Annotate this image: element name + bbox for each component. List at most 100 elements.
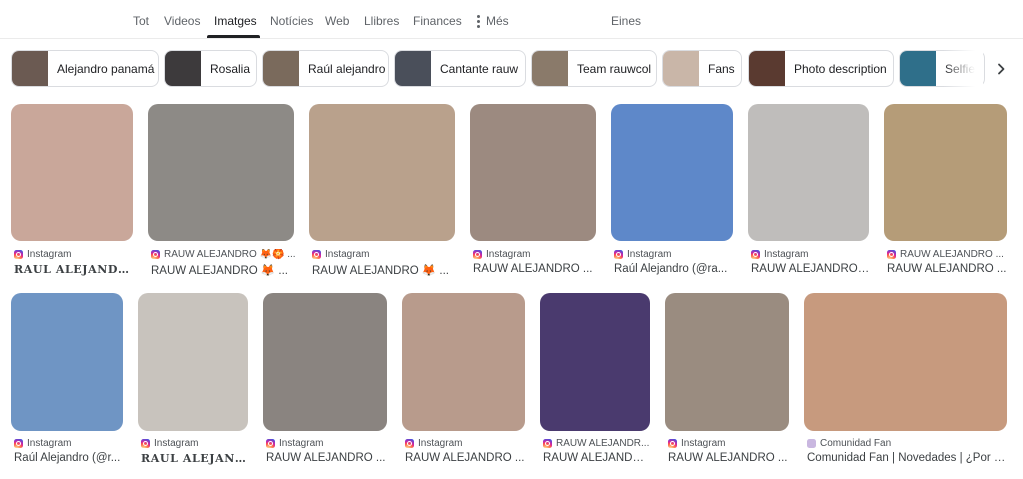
result-source: RAUW ALEJANDRO ... [887, 249, 1008, 260]
tab-llibres[interactable]: Llibres [364, 14, 399, 28]
image-result[interactable]: Comunidad Fan Comunidad Fan | Novedades … [804, 293, 1008, 470]
result-title[interactable]: RAUW ALEJANDRO ... [887, 263, 1008, 275]
result-source: Instagram [614, 249, 734, 260]
result-source: Instagram [751, 249, 870, 260]
chip-label: Raúl alejandro [308, 61, 386, 76]
chip-selfie[interactable]: Selfie [899, 50, 985, 87]
result-thumbnail [540, 293, 650, 431]
result-thumbnail [470, 104, 596, 241]
image-result[interactable]: Instagram RAUW ALEJANDRO ... [470, 104, 596, 276]
image-result[interactable]: RAUW ALEJANDRO 🦊🏵️ ... RAUW ALEJANDRO 🦊 … [148, 104, 295, 277]
result-thumbnail [263, 293, 387, 431]
result-source: Instagram [473, 249, 597, 260]
result-thumbnail [148, 104, 294, 241]
image-result[interactable]: RAUW ALEJANDRO ... RAUW ALEJANDRO ... [884, 104, 1007, 276]
image-result[interactable]: Instagram RAUW ALEJANDRO ... [263, 293, 387, 470]
image-result[interactable]: Instagram 𝐑𝐀𝐔𝐋 𝐀𝐋𝐄𝐉𝐀𝐍𝐃𝐑𝐎 ... [11, 104, 134, 276]
chip-fans[interactable]: Fans [662, 50, 742, 87]
tab-videos[interactable]: Videos [164, 14, 200, 28]
result-title[interactable]: RAUW ALEJANDRO ... [473, 263, 597, 275]
result-thumbnail [804, 293, 1007, 431]
result-title[interactable]: Raúl Alejandro (@ra... [614, 263, 734, 275]
chip-photo-description[interactable]: Photo description [748, 50, 894, 87]
tab-more-label: Més [486, 14, 509, 28]
instagram-icon [751, 250, 760, 259]
tab-tot[interactable]: Tot [133, 14, 149, 28]
chip-label: Alejandro panamá [57, 61, 155, 76]
result-title[interactable]: RAUW ALEJANDRO 🦊 ... [312, 263, 456, 277]
chip-label: Cantante rauw [440, 61, 519, 76]
image-result[interactable]: Instagram Raúl Alejandro (@r... [11, 293, 123, 470]
result-title[interactable]: Comunidad Fan | Novedades | ¿Por q... [807, 452, 1008, 464]
image-result[interactable]: Instagram 𝐑𝐀𝐔𝐋 𝐀𝐋𝐄𝐉𝐀𝐍𝐃𝐑𝐎... [138, 293, 249, 470]
result-title[interactable]: RAUW ALEJANDRO ... [405, 452, 526, 464]
result-source: Instagram [266, 438, 388, 449]
chip-rosalia[interactable]: Rosalia [164, 50, 257, 87]
image-result[interactable]: Instagram Raúl Alejandro (@ra... [611, 104, 733, 276]
tab-web[interactable]: Web [325, 14, 349, 28]
result-title[interactable]: 𝐑𝐀𝐔𝐋 𝐀𝐋𝐄𝐉𝐀𝐍𝐃𝐑𝐎... [141, 452, 249, 465]
chip-thumbnail [263, 51, 299, 86]
image-result[interactable]: RAUW ALEJANDR... RAUW ALEJANDRO ... [540, 293, 651, 470]
result-thumbnail [309, 104, 455, 241]
instagram-icon [543, 439, 552, 448]
result-title[interactable]: RAUW ALEJANDRO ... [266, 452, 388, 464]
image-result[interactable]: Instagram RAUW ALEJANDRO ... [665, 293, 789, 470]
chip-label: Selfie [945, 61, 976, 76]
instagram-icon [14, 250, 23, 259]
chip-label: Fans [708, 61, 735, 76]
result-title[interactable]: RAUW ALEJANDRO ... [668, 452, 790, 464]
chip-raul-alejandro[interactable]: Raúl alejandro [262, 50, 389, 87]
image-result[interactable]: Instagram RAUW ALEJANDRO ... [748, 104, 870, 276]
chip-thumbnail [900, 51, 936, 86]
active-tab-indicator [207, 35, 260, 38]
chip-team-rauwcol[interactable]: Team rauwcol [531, 50, 657, 87]
chevron-right-icon [998, 63, 1005, 75]
chip-label: Photo description [794, 61, 887, 76]
chip-label: Team rauwcol [577, 61, 652, 76]
result-source: Instagram [14, 249, 134, 260]
search-tabs: Tot Videos Imatges Notícies Web Llibres … [0, 0, 1023, 39]
chip-label: Rosalia [210, 61, 251, 76]
result-thumbnail [748, 104, 869, 241]
result-thumbnail [884, 104, 1007, 241]
result-thumbnail [11, 293, 123, 431]
result-title[interactable]: RAUW ALEJANDRO 🦊 ... [151, 263, 295, 277]
image-result[interactable]: Instagram RAUW ALEJANDRO ... [402, 293, 525, 470]
instagram-icon [266, 439, 275, 448]
more-vert-icon [477, 14, 480, 28]
result-source: Instagram [14, 438, 124, 449]
chip-thumbnail [749, 51, 785, 86]
result-title[interactable]: 𝐑𝐀𝐔𝐋 𝐀𝐋𝐄𝐉𝐀𝐍𝐃𝐑𝐎 ... [14, 263, 134, 276]
instagram-icon [887, 250, 896, 259]
chip-thumbnail [12, 51, 48, 86]
chip-thumbnail [532, 51, 568, 86]
result-thumbnail [138, 293, 248, 431]
instagram-icon [151, 250, 160, 259]
instagram-icon [312, 250, 321, 259]
result-thumbnail [11, 104, 133, 241]
tab-imatges[interactable]: Imatges [214, 14, 257, 28]
result-thumbnail [665, 293, 789, 431]
result-title[interactable]: RAUW ALEJANDRO ... [543, 452, 651, 464]
result-source: Comunidad Fan [807, 438, 1008, 449]
result-thumbnail [611, 104, 733, 241]
tab-noticies[interactable]: Notícies [270, 14, 313, 28]
tab-more[interactable]: Més [477, 14, 509, 28]
tab-finances[interactable]: Finances [413, 14, 462, 28]
chips-next-button[interactable] [990, 58, 1012, 80]
chip-cantante-rauw[interactable]: Cantante rauw [394, 50, 526, 87]
result-title[interactable]: Raúl Alejandro (@r... [14, 452, 124, 464]
instagram-icon [668, 439, 677, 448]
instagram-icon [141, 439, 150, 448]
chip-thumbnail [395, 51, 431, 86]
result-source: Instagram [668, 438, 790, 449]
result-source: RAUW ALEJANDR... [543, 438, 651, 449]
image-result[interactable]: Instagram RAUW ALEJANDRO 🦊 ... [309, 104, 456, 277]
chip-thumbnail [165, 51, 201, 86]
tools-button[interactable]: Eines [611, 14, 641, 28]
result-title[interactable]: RAUW ALEJANDRO ... [751, 263, 870, 275]
chip-thumbnail [663, 51, 699, 86]
chip-alejandro-panama[interactable]: Alejandro panamá [11, 50, 159, 87]
result-source: Instagram [141, 438, 249, 449]
